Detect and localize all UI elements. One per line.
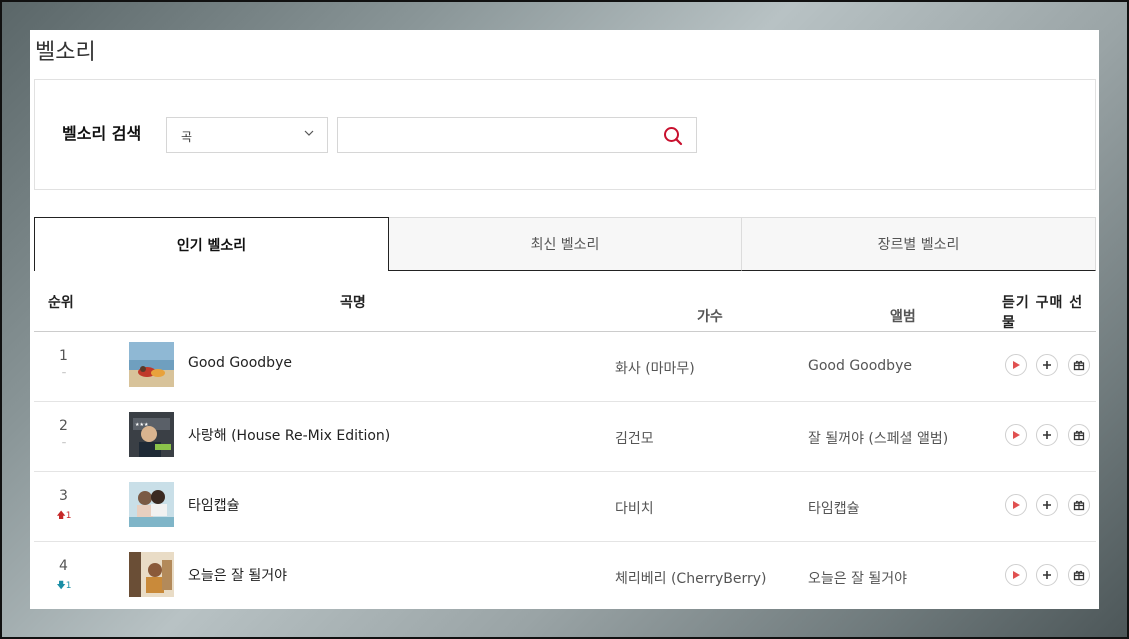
play-icon [1013,501,1020,509]
rank-change: 🡅1 [54,508,74,524]
song-title[interactable]: 타임캡슐 [188,495,240,515]
purchase-button[interactable] [1036,564,1058,586]
rank-change: – [61,368,67,378]
tab-latest[interactable]: 최신 벨소리 [389,217,742,271]
artist-name[interactable]: 화사 (마마무) [615,358,695,378]
album-name[interactable]: Good Goodbye [808,358,912,374]
down-arrow-icon: 🡇 [56,581,66,591]
search-label: 벨소리 검색 [62,124,142,143]
rank-change-value: 1 [65,581,72,591]
play-icon [1013,361,1020,369]
song-title[interactable]: Good Goodbye [188,355,292,371]
plus-icon [1043,431,1051,439]
rank-number: 4 [59,558,68,574]
table-row: 3 🡅1 타임캡슐 다비치 타임캡슐 [34,472,1096,542]
album-art[interactable]: ★★★ [129,412,174,457]
gift-button[interactable] [1068,494,1090,516]
album-art[interactable] [129,482,174,527]
play-icon [1013,431,1020,439]
header-actions: 듣기 구매 선물 [1002,295,1084,331]
gift-icon [1073,570,1085,581]
play-button[interactable] [1005,564,1027,586]
gift-button[interactable] [1068,424,1090,446]
plus-icon [1043,501,1051,509]
table-row: 1 – Good Goodbye 화사 (마마무) Good Goodbye [34,332,1096,402]
table-header: 순위 곡명 가수 앨범 듣기 구매 선물 [34,280,1096,332]
artist-name[interactable]: 체리베리 (CherryBerry) [615,568,766,588]
search-type-select[interactable]: 곡 [166,117,328,153]
rank-change: 🡇1 [54,578,74,594]
rank-change: – [61,438,67,448]
gift-icon [1073,500,1085,511]
gift-icon [1073,360,1085,371]
search-icon[interactable] [662,125,684,147]
page-title: 벨소리 [35,40,96,65]
play-icon [1013,571,1020,579]
tab-bar: 인기 벨소리 최신 벨소리 장르별 벨소리 [34,217,1096,271]
purchase-button[interactable] [1036,354,1058,376]
plus-icon [1043,361,1051,369]
gift-button[interactable] [1068,354,1090,376]
chevron-down-icon [304,130,314,136]
up-arrow-icon: 🡅 [56,511,66,521]
rank-number: 3 [59,488,68,504]
album-name[interactable]: 잘 될꺼야 (스페셜 앨범) [808,428,948,448]
album-name[interactable]: 오늘은 잘 될거야 [808,568,907,588]
search-type-value: 곡 [181,130,193,144]
artist-name[interactable]: 김건모 [615,428,654,448]
album-name[interactable]: 타임캡슐 [808,498,860,518]
svg-text:★★★: ★★★ [135,422,149,428]
play-button[interactable] [1005,494,1027,516]
purchase-button[interactable] [1036,494,1058,516]
header-album: 앨범 [890,309,916,325]
tab-genre[interactable]: 장르별 벨소리 [742,217,1096,271]
search-field [337,117,697,153]
song-title[interactable]: 오늘은 잘 될거야 [188,565,287,585]
rank-number: 1 [59,348,68,364]
artist-name[interactable]: 다비치 [615,498,654,518]
rank-number: 2 [59,418,68,434]
header-song: 곡명 [340,295,366,311]
rank-change-value: 1 [65,511,72,521]
search-input[interactable] [338,118,638,152]
search-box: 벨소리 검색 곡 [34,79,1096,190]
gift-icon [1073,430,1085,441]
header-artist: 가수 [697,309,723,325]
play-button[interactable] [1005,424,1027,446]
plus-icon [1043,571,1051,579]
ringtone-panel: 벨소리 벨소리 검색 곡 인기 벨소리 최신 벨소리 장르별 벨소리 순위 곡명… [30,30,1099,609]
table-row: 2 – ★★★ 사랑해 (House Re-Mix Edition) 김건모 잘… [34,402,1096,472]
album-art[interactable] [129,552,174,597]
play-button[interactable] [1005,354,1027,376]
purchase-button[interactable] [1036,424,1058,446]
gift-button[interactable] [1068,564,1090,586]
tab-popular[interactable]: 인기 벨소리 [34,217,389,271]
song-title[interactable]: 사랑해 (House Re-Mix Edition) [188,425,390,445]
album-art[interactable] [129,342,174,387]
header-rank: 순위 [48,295,74,311]
table-row: 4 🡇1 오늘은 잘 될거야 체리베리 (CherryBerry) 오늘은 잘 … [34,542,1096,609]
